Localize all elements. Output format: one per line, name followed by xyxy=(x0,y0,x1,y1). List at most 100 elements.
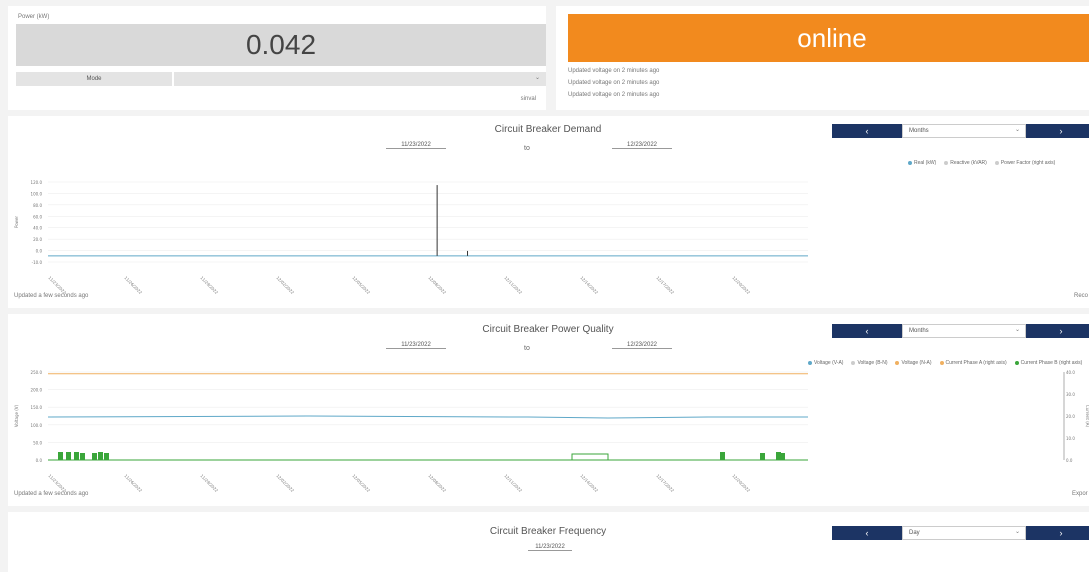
x-tick-label: 12/14/2022 xyxy=(579,275,599,295)
power-value: 0.042 xyxy=(245,29,317,60)
current-bar xyxy=(780,453,785,460)
y2-tick-label: 40.0 xyxy=(1066,370,1075,375)
pq-period-select[interactable]: Months ⌄ xyxy=(902,324,1026,338)
y2-tick-label: 30.0 xyxy=(1066,392,1075,397)
power-footer: sinval xyxy=(520,96,536,102)
y-tick-label: 100.0 xyxy=(31,423,43,428)
chevron-right-icon: › xyxy=(1059,126,1063,136)
current-bar xyxy=(92,453,97,460)
frequency-date-from[interactable]: 11/23/2022 xyxy=(528,544,572,551)
demand-next-button[interactable]: › xyxy=(1026,124,1089,138)
chevron-down-icon: ⌄ xyxy=(534,75,540,81)
demand-period-select[interactable]: Months ⌄ xyxy=(902,124,1026,138)
frequency-period-select[interactable]: Day ⌄ xyxy=(902,526,1026,540)
status-text: online xyxy=(797,22,867,53)
y2-axis-label: Current (A) xyxy=(1085,405,1089,428)
chevron-down-icon: ⌄ xyxy=(1014,127,1020,133)
demand-title: Circuit Breaker Demand xyxy=(494,124,602,135)
demand-date-from[interactable]: 11/23/2022 xyxy=(386,142,446,149)
demand-corner-label[interactable]: Reco xyxy=(1074,293,1088,299)
y-tick-label: -10.0 xyxy=(32,260,43,265)
current-bar xyxy=(58,452,63,460)
demand-chart: 120.0 100.0 80.0 60.0 40.0 20.0 0.0 -10.0 Power 1… xyxy=(14,180,808,295)
mode-select[interactable]: ⌄ xyxy=(174,72,546,86)
status-update-2: Updated voltage on 2 minutes ago xyxy=(568,80,660,86)
x-tick-label: 11/26/2022 xyxy=(123,473,143,493)
current-bar xyxy=(74,452,79,460)
x-tick-label: 12/02/2022 xyxy=(275,473,295,493)
demand-prev-button[interactable]: ‹ xyxy=(832,124,902,138)
pq-prev-button[interactable]: ‹ xyxy=(832,324,902,338)
y-tick-label: 250.0 xyxy=(31,370,43,375)
chevron-right-icon: › xyxy=(1059,326,1063,336)
frequency-next-button[interactable]: › xyxy=(1026,526,1089,540)
y-axis-label: Power xyxy=(14,216,19,228)
y-tick-label: 0.0 xyxy=(36,458,43,463)
pq-next-button[interactable]: › xyxy=(1026,324,1089,338)
x-tick-label: 12/05/2022 xyxy=(351,473,371,493)
current-bar xyxy=(720,452,725,460)
status-banner: online xyxy=(568,14,1089,62)
legend-item[interactable]: Real (kW) xyxy=(908,160,936,166)
y-tick-label: 200.0 xyxy=(31,388,43,393)
power-quality-panel: Circuit Breaker Power Quality 11/23/2022… xyxy=(8,314,1089,506)
x-tick-label: 11/26/2022 xyxy=(123,275,143,295)
current-bar xyxy=(66,452,71,460)
x-tick-label: 12/02/2022 xyxy=(275,275,295,295)
pq-to-label: to xyxy=(524,345,530,352)
x-tick-label: 12/08/2022 xyxy=(427,473,447,493)
demand-period-value: Months xyxy=(909,128,929,134)
power-value-display: 0.042 xyxy=(16,24,546,66)
chevron-right-icon: › xyxy=(1059,528,1063,538)
x-tick-label: 11/29/2022 xyxy=(199,473,219,493)
current-bar xyxy=(98,452,103,460)
pq-period-value: Months xyxy=(909,328,929,334)
status-card: online Updated voltage on 2 minutes ago … xyxy=(556,6,1089,110)
frequency-panel: Circuit Breaker Frequency 11/23/2022 ‹ D… xyxy=(8,512,1089,572)
current-bar xyxy=(80,453,85,460)
mode-label: Mode xyxy=(86,76,102,82)
pq-date-from[interactable]: 11/23/2022 xyxy=(386,342,446,349)
frequency-prev-button[interactable]: ‹ xyxy=(832,526,902,540)
mode-button[interactable]: Mode xyxy=(16,72,172,86)
y2-tick-label: 0.0 xyxy=(1066,458,1073,463)
pq-updated: Updated a few seconds ago xyxy=(14,491,89,497)
chevron-down-icon: ⌄ xyxy=(1014,529,1020,535)
frequency-period-value: Day xyxy=(909,530,920,536)
pq-corner-label[interactable]: Expor xyxy=(1072,491,1088,497)
legend-item[interactable]: Power Factor (right axis) xyxy=(994,160,1055,166)
demand-updated: Updated a few seconds ago xyxy=(14,293,89,299)
demand-date-to[interactable]: 12/23/2022 xyxy=(612,142,672,149)
chevron-left-icon: ‹ xyxy=(865,126,869,136)
current-step xyxy=(571,453,609,460)
y-axis-label: Voltage (V) xyxy=(14,404,19,427)
y-tick-label: 0.0 xyxy=(36,249,43,254)
demand-to-label: to xyxy=(524,145,530,152)
power-card: Power (kW) 0.042 Mode ⌄ sinval xyxy=(8,6,546,110)
status-update-3: Updated voltage on 2 minutes ago xyxy=(568,92,660,98)
y-tick-label: 40.0 xyxy=(33,226,42,231)
series-line xyxy=(47,415,808,419)
y2-tick-label: 10.0 xyxy=(1066,436,1075,441)
status-update-1: Updated voltage on 2 minutes ago xyxy=(568,68,660,74)
y-tick-label: 80.0 xyxy=(33,203,42,208)
y-tick-label: 50.0 xyxy=(33,440,42,445)
legend-item[interactable]: Reactive (kVAR) xyxy=(944,160,987,166)
pq-date-to[interactable]: 12/23/2022 xyxy=(612,342,672,349)
x-tick-label: 12/20/2022 xyxy=(731,275,751,295)
y-tick-label: 60.0 xyxy=(33,214,42,219)
current-bar xyxy=(760,453,765,460)
pq-title: Circuit Breaker Power Quality xyxy=(482,324,614,335)
y-tick-label: 120.0 xyxy=(31,180,43,185)
x-tick-label: 12/08/2022 xyxy=(427,275,447,295)
x-tick-label: 12/11/2022 xyxy=(503,275,523,295)
demand-panel: Circuit Breaker Demand 11/23/2022 to 12/… xyxy=(8,116,1089,308)
chevron-left-icon: ‹ xyxy=(865,528,869,538)
y2-tick-label: 20.0 xyxy=(1066,414,1075,419)
x-tick-label: 12/20/2022 xyxy=(731,473,751,493)
x-tick-label: 12/17/2022 xyxy=(655,275,675,295)
chevron-left-icon: ‹ xyxy=(865,326,869,336)
pq-chart: 250.0 200.0 150.0 100.0 50.0 0.0 Voltage (V) 40… xyxy=(14,370,1089,493)
power-label: Power (kW) xyxy=(18,14,50,20)
frequency-title: Circuit Breaker Frequency xyxy=(489,526,607,537)
